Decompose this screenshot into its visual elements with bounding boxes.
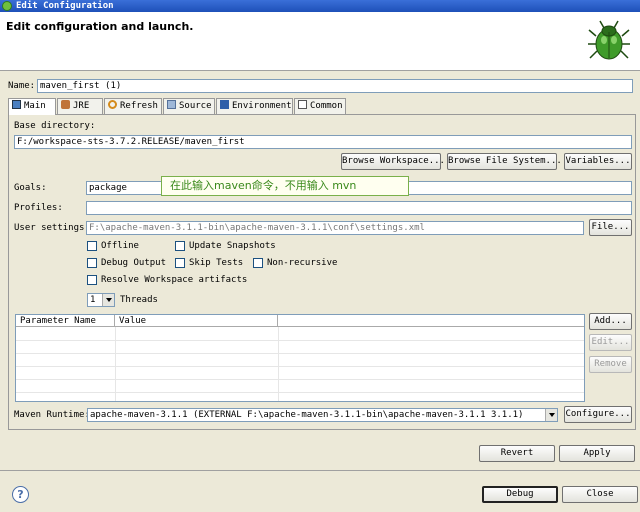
non-recursive-checkbox[interactable] [253, 258, 263, 268]
environment-icon [220, 100, 229, 109]
tab-common[interactable]: Common [294, 98, 346, 114]
table-row [16, 366, 584, 367]
tab-jre[interactable]: JRE [57, 98, 103, 114]
maven-runtime-value: apache-maven-3.1.1 (EXTERNAL F:\apache-m… [90, 410, 524, 420]
header-heading: Edit configuration and launch. [6, 20, 194, 33]
tab-label: Refresh [120, 101, 158, 111]
parameters-table[interactable]: Parameter Name Value [15, 314, 585, 402]
file-button[interactable]: File... [589, 219, 632, 236]
footer-separator [0, 470, 640, 471]
close-button[interactable]: Close [562, 486, 638, 503]
resolve-workspace-label: Resolve Workspace artifacts [101, 275, 248, 285]
offline-checkbox[interactable] [87, 241, 97, 251]
profiles-label: Profiles: [14, 203, 63, 213]
column-header-parameter-name[interactable]: Parameter Name [16, 315, 115, 327]
app-logo-icon [2, 1, 12, 11]
main-tab-icon [12, 100, 21, 109]
resolve-workspace-checkbox[interactable] [87, 275, 97, 285]
revert-button[interactable]: Revert [479, 445, 555, 462]
update-snapshots-label: Update Snapshots [189, 241, 276, 251]
maven-runtime-label: Maven Runtime: [14, 410, 90, 420]
base-directory-field[interactable]: F:/workspace-sts-3.7.2.RELEASE/maven_fir… [14, 135, 632, 149]
skip-tests-checkbox[interactable] [175, 258, 185, 268]
tab-label: Common [310, 101, 343, 111]
tab-refresh[interactable]: Refresh [104, 98, 162, 114]
browse-workspace-button[interactable]: Browse Workspace... [341, 153, 445, 170]
debug-output-checkbox[interactable] [87, 258, 97, 268]
tab-source[interactable]: Source [163, 98, 215, 114]
table-row [16, 392, 584, 393]
maven-runtime-select[interactable]: apache-maven-3.1.1 (EXTERNAL F:\apache-m… [87, 408, 558, 422]
offline-label: Offline [101, 241, 139, 251]
source-icon [167, 100, 176, 109]
debug-button[interactable]: Debug [482, 486, 558, 503]
threads-value: 1 [90, 295, 96, 305]
tab-main[interactable]: Main [8, 98, 56, 115]
jre-icon [61, 100, 70, 109]
threads-label: Threads [120, 295, 158, 305]
skip-tests-label: Skip Tests [189, 258, 244, 268]
base-directory-label: Base directory: [14, 121, 96, 131]
name-label: Name: [8, 81, 36, 91]
configure-button[interactable]: Configure... [564, 406, 632, 423]
profiles-field[interactable] [86, 201, 632, 215]
bug-icon [588, 20, 630, 60]
title-bar: Edit Configuration [0, 0, 640, 12]
remove-parameter-button[interactable]: Remove [589, 356, 632, 373]
apply-button[interactable]: Apply [559, 445, 635, 462]
window-title: Edit Configuration [16, 1, 114, 11]
chevron-down-icon [102, 294, 114, 306]
tab-label: Environment [232, 101, 292, 111]
goals-label: Goals: [14, 183, 47, 193]
tab-label: Main [24, 101, 46, 111]
common-icon [298, 100, 307, 109]
name-field[interactable]: maven_first (1) [37, 79, 633, 93]
table-row [16, 379, 584, 380]
edit-parameter-button[interactable]: Edit... [589, 334, 632, 351]
variables-button[interactable]: Variables... [564, 153, 632, 170]
debug-output-label: Debug Output [101, 258, 167, 268]
update-snapshots-checkbox[interactable] [175, 241, 185, 251]
column-header-value[interactable]: Value [115, 315, 278, 327]
add-parameter-button[interactable]: Add... [589, 313, 632, 330]
table-row [16, 340, 584, 341]
browse-file-system-button[interactable]: Browse File System... [447, 153, 562, 170]
goals-annotation-callout: 在此输入maven命令，不用输入 mvn [161, 176, 409, 196]
non-recursive-label: Non-recursive [267, 258, 338, 268]
tab-environment[interactable]: Environment [216, 98, 293, 114]
help-icon[interactable]: ? [12, 486, 29, 503]
tab-label: Source [179, 101, 212, 111]
threads-select[interactable]: 1 [87, 293, 115, 307]
tab-label: JRE [73, 101, 90, 111]
column-header-empty [278, 315, 584, 327]
user-settings-label: User settings: [14, 223, 90, 233]
column-divider [115, 327, 116, 401]
user-settings-field[interactable]: F:\apache-maven-3.1.1-bin\apache-maven-3… [86, 221, 584, 235]
dialog-header: Edit configuration and launch. [0, 12, 640, 71]
chevron-down-icon [545, 409, 557, 421]
column-divider [278, 327, 279, 401]
refresh-icon [108, 100, 117, 109]
table-row [16, 353, 584, 354]
